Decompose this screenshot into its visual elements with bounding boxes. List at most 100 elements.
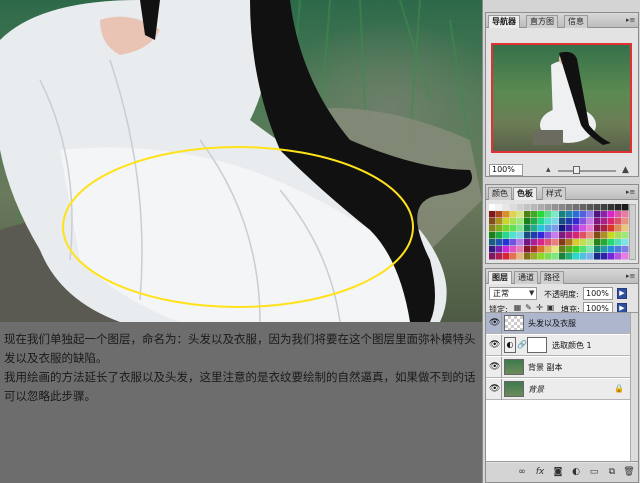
swatch-cell[interactable] [489, 246, 496, 253]
swatch-cell[interactable] [573, 239, 580, 246]
swatch-cell[interactable] [538, 204, 545, 211]
swatch-cell[interactable] [503, 204, 510, 211]
zoom-slider-track[interactable] [558, 170, 616, 172]
swatch-cell[interactable] [503, 211, 510, 218]
swatch-cell[interactable] [587, 204, 594, 211]
swatch-cell[interactable] [545, 239, 552, 246]
swatch-cell[interactable] [489, 232, 496, 239]
zoom-in-icon[interactable]: ▲ [622, 165, 629, 175]
swatch-cell[interactable] [552, 204, 559, 211]
swatch-cell[interactable] [601, 211, 608, 218]
swatch-cell[interactable] [622, 204, 629, 211]
swatches-scrollbar[interactable] [629, 204, 636, 260]
swatch-cell[interactable] [545, 253, 552, 260]
swatch-cell[interactable] [622, 211, 629, 218]
tab-styles[interactable]: 样式 [542, 187, 566, 200]
swatch-cell[interactable] [566, 218, 573, 225]
swatch-cell[interactable] [566, 211, 573, 218]
swatch-cell[interactable] [580, 253, 587, 260]
swatch-cell[interactable] [559, 211, 566, 218]
swatch-cell[interactable] [608, 253, 615, 260]
swatch-cell[interactable] [503, 218, 510, 225]
swatch-cell[interactable] [587, 225, 594, 232]
swatch-cell[interactable] [489, 211, 496, 218]
swatch-cell[interactable] [510, 239, 517, 246]
eye-icon[interactable]: 👁 [489, 318, 500, 328]
lock-pixels-icon[interactable]: ✎ [524, 303, 533, 312]
layer-row[interactable]: 👁 ◐ 🔗 选取颜色 1 [486, 335, 630, 356]
tab-layers[interactable]: 图层 [488, 271, 512, 284]
adjustment-icon[interactable]: ◐ [570, 467, 582, 478]
swatch-cell[interactable] [496, 218, 503, 225]
swatch-cell[interactable] [594, 239, 601, 246]
swatch-cell[interactable] [552, 253, 559, 260]
swatch-cell[interactable] [601, 239, 608, 246]
swatch-cell[interactable] [517, 239, 524, 246]
swatch-cell[interactable] [552, 232, 559, 239]
lock-all-icon[interactable]: ▣ [546, 303, 555, 312]
swatch-cell[interactable] [531, 253, 538, 260]
trash-icon[interactable]: 🗑 [623, 467, 635, 478]
swatch-cell[interactable] [496, 204, 503, 211]
swatch-cell[interactable] [580, 232, 587, 239]
new-layer-icon[interactable]: ⧉ [606, 467, 618, 478]
swatch-cell[interactable] [573, 204, 580, 211]
layer-name[interactable]: 头发以及衣服 [528, 318, 576, 329]
swatch-cell[interactable] [524, 211, 531, 218]
swatch-cell[interactable] [587, 253, 594, 260]
navigator-thumbnail[interactable] [491, 43, 632, 153]
swatch-cell[interactable] [615, 211, 622, 218]
swatch-cell[interactable] [594, 253, 601, 260]
panel-menu-icon[interactable]: ▸≡ [626, 188, 635, 196]
swatch-cell[interactable] [517, 253, 524, 260]
swatch-cell[interactable] [594, 246, 601, 253]
swatch-cell[interactable] [531, 218, 538, 225]
swatch-cell[interactable] [573, 246, 580, 253]
swatch-cell[interactable] [622, 239, 629, 246]
swatch-cell[interactable] [566, 239, 573, 246]
swatch-cell[interactable] [503, 239, 510, 246]
tab-navigator[interactable]: 导航器 [488, 15, 520, 28]
swatch-cell[interactable] [496, 232, 503, 239]
tab-swatches[interactable]: 色板 [513, 187, 537, 200]
swatch-cell[interactable] [489, 218, 496, 225]
swatch-cell[interactable] [538, 232, 545, 239]
swatch-cell[interactable] [566, 253, 573, 260]
swatch-cell[interactable] [559, 246, 566, 253]
swatch-cell[interactable] [510, 232, 517, 239]
swatch-cell[interactable] [552, 246, 559, 253]
swatch-cell[interactable] [566, 225, 573, 232]
swatch-grid[interactable] [489, 204, 629, 260]
swatch-cell[interactable] [608, 225, 615, 232]
document-canvas[interactable]: 现在我们单独起一个图层，命名为：头发以及衣服，因为我们将要在这个图层里面弥补模特… [0, 0, 482, 483]
swatch-cell[interactable] [580, 246, 587, 253]
swatch-cell[interactable] [559, 218, 566, 225]
swatch-cell[interactable] [545, 246, 552, 253]
layer-row[interactable]: 👁 头发以及衣服 [486, 313, 630, 334]
swatch-cell[interactable] [524, 218, 531, 225]
swatch-cell[interactable] [559, 204, 566, 211]
swatch-cell[interactable] [524, 239, 531, 246]
swatch-cell[interactable] [594, 225, 601, 232]
swatch-cell[interactable] [566, 246, 573, 253]
swatch-cell[interactable] [517, 246, 524, 253]
swatch-cell[interactable] [622, 218, 629, 225]
swatch-cell[interactable] [489, 239, 496, 246]
tab-color[interactable]: 颜色 [488, 187, 512, 200]
zoom-slider-handle[interactable] [573, 166, 580, 174]
eye-icon[interactable]: 👁 [489, 362, 500, 372]
swatch-cell[interactable] [587, 218, 594, 225]
tab-info[interactable]: 信息 [564, 15, 588, 28]
swatch-cell[interactable] [566, 204, 573, 211]
swatch-cell[interactable] [538, 246, 545, 253]
eye-icon[interactable]: 👁 [489, 340, 500, 350]
swatch-cell[interactable] [496, 246, 503, 253]
swatch-cell[interactable] [545, 211, 552, 218]
swatch-cell[interactable] [601, 218, 608, 225]
swatch-cell[interactable] [573, 225, 580, 232]
swatch-cell[interactable] [594, 218, 601, 225]
swatch-cell[interactable] [622, 246, 629, 253]
swatch-cell[interactable] [552, 239, 559, 246]
lock-transparency-icon[interactable]: ▦ [513, 303, 522, 312]
swatch-cell[interactable] [545, 232, 552, 239]
